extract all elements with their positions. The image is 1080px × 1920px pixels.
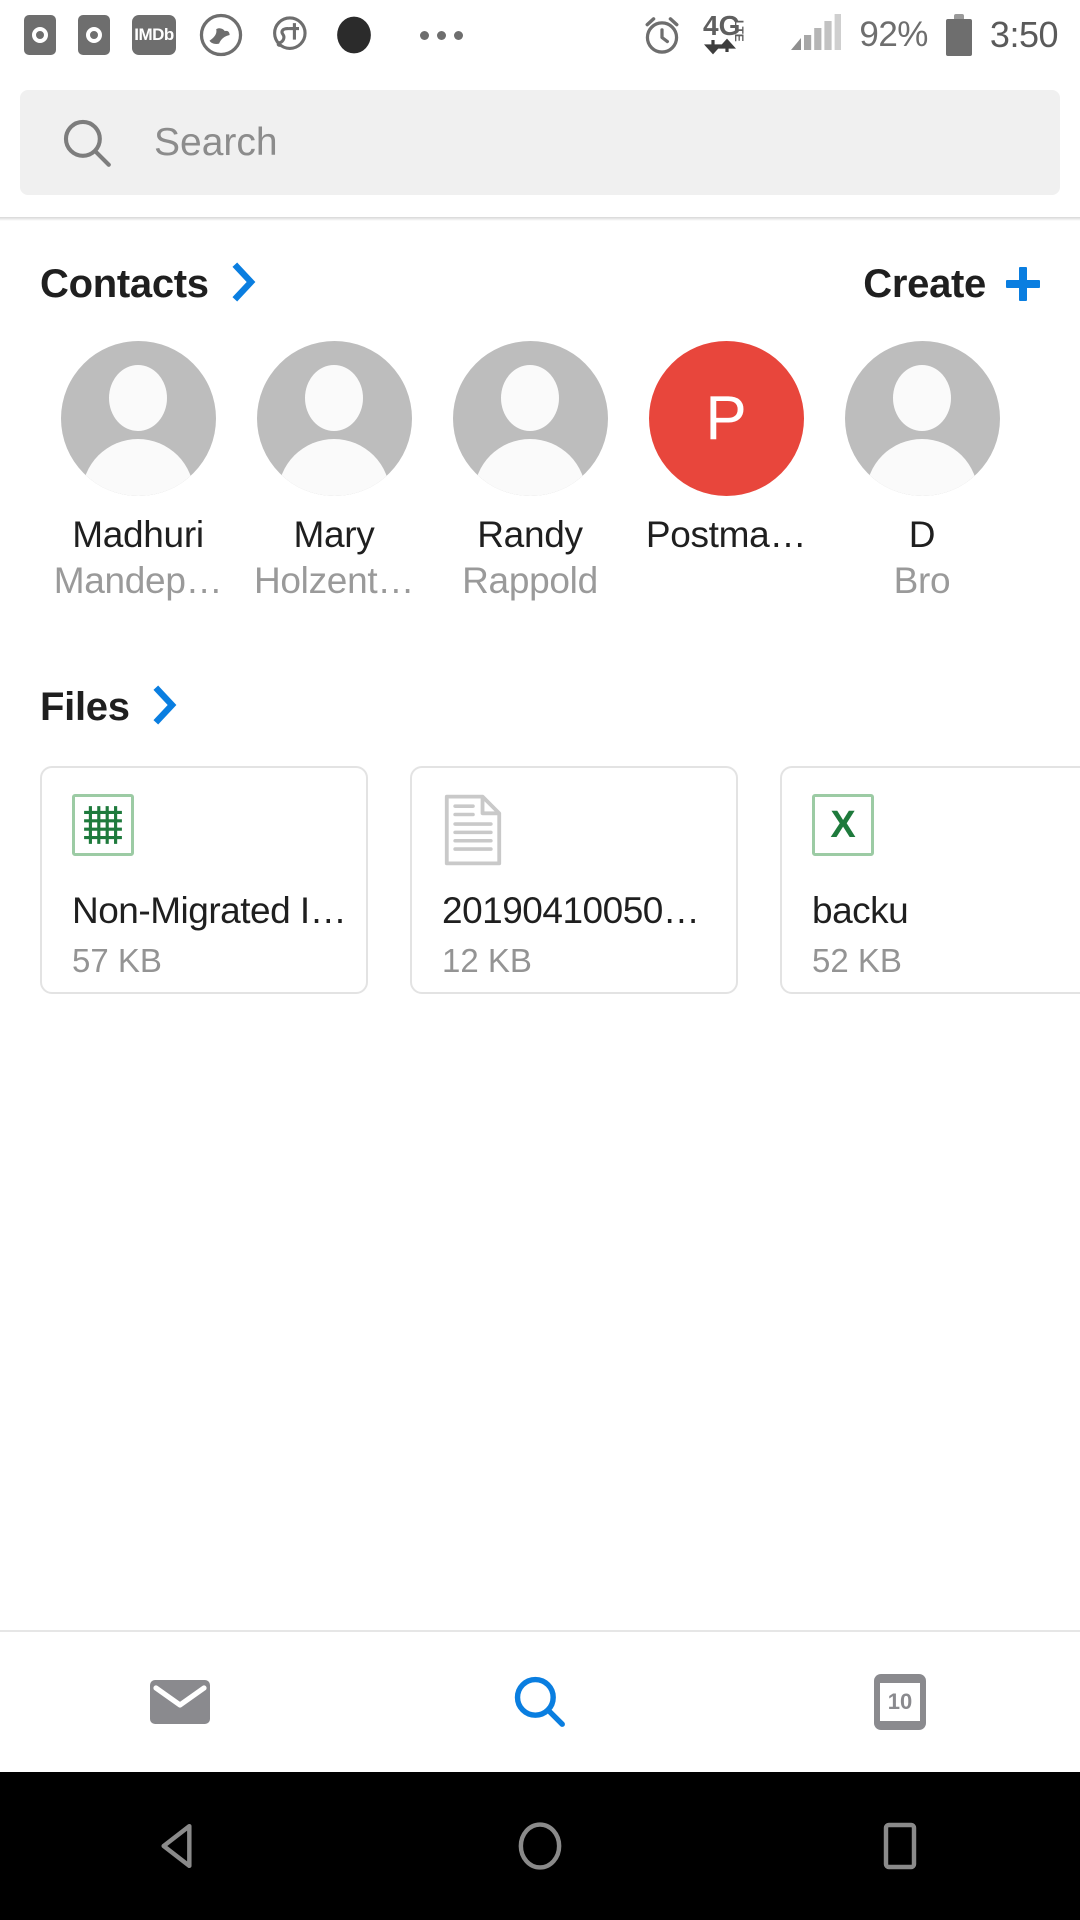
app-globe-icon <box>199 13 243 57</box>
status-bar-clock: 3:50 <box>989 14 1059 55</box>
spreadsheet-grid-icon <box>72 794 336 866</box>
create-contact-button[interactable]: Create <box>863 262 1040 307</box>
contacts-list[interactable]: Madhuri Mandep… Mary Holzent… Randy Rapp… <box>0 341 1080 602</box>
contact-item[interactable]: P Postma… <box>628 341 824 560</box>
nav-tab-calendar[interactable]: 10 <box>720 1632 1080 1772</box>
android-back-button[interactable] <box>0 1818 360 1874</box>
search-bar-container: Search <box>0 70 1080 217</box>
file-card[interactable]: X backu 52 KB <box>780 766 1080 994</box>
avatar <box>844 341 1000 496</box>
phone-screen: IMDb 4G LTE 92% 3:50 Search Contacts Cre… <box>0 0 1080 1920</box>
more-dots-icon <box>420 30 463 40</box>
status-bar: IMDb 4G LTE 92% 3:50 <box>0 0 1080 70</box>
battery-percent-label: 92% <box>859 15 928 54</box>
nav-tab-mail[interactable] <box>0 1632 360 1772</box>
calendar-icon: 10 <box>874 1674 926 1730</box>
status-bar-notification-icons: IMDb <box>24 12 463 58</box>
avatar <box>452 341 608 496</box>
android-home-button[interactable] <box>360 1818 720 1874</box>
contact-item[interactable]: Madhuri Mandep… <box>40 341 236 602</box>
search-input[interactable]: Search <box>20 90 1060 195</box>
avatar: P <box>648 341 804 496</box>
create-label: Create <box>863 261 986 306</box>
avatar <box>60 341 216 496</box>
excel-icon: X <box>812 794 1076 866</box>
avatar <box>256 341 412 496</box>
file-card[interactable]: Non-Migrated I… 57 KB <box>40 766 368 994</box>
file-name: backu <box>812 890 909 931</box>
document-icon <box>442 794 706 866</box>
signal-bars-icon <box>791 14 842 50</box>
chevron-right-icon[interactable] <box>227 261 261 307</box>
files-title[interactable]: Files <box>40 685 130 730</box>
file-name: 20190410050… <box>442 890 700 931</box>
app-badge-circle-icon <box>24 15 56 55</box>
contact-last-name: Mandep… <box>53 560 223 601</box>
contact-first-name: Madhuri <box>72 514 204 555</box>
contact-item[interactable]: Mary Holzent… <box>236 341 432 602</box>
contact-last-name: Holzent… <box>253 560 415 601</box>
file-size: 12 KB <box>442 942 532 979</box>
calendar-day-number: 10 <box>880 1683 920 1721</box>
search-icon <box>63 119 111 167</box>
network-4g-lte-icon: 4G LTE <box>703 10 746 55</box>
app-badge-circle-icon-2 <box>78 15 110 55</box>
battery-full-icon <box>945 14 972 56</box>
nav-tab-search[interactable] <box>360 1632 720 1772</box>
contact-first-name: Randy <box>477 514 583 555</box>
excel-x-glyph: X <box>812 794 874 856</box>
mail-icon <box>150 1680 210 1724</box>
search-placeholder: Search <box>154 120 278 164</box>
contact-item[interactable]: Randy Rappold <box>432 341 628 602</box>
alarm-clock-icon <box>645 17 679 54</box>
contact-item[interactable]: D Bro <box>824 341 1020 602</box>
contacts-title[interactable]: Contacts <box>40 262 209 307</box>
contact-last-name: Rappold <box>462 560 598 601</box>
plus-icon[interactable] <box>1006 267 1040 301</box>
contact-first-name: Postma… <box>645 514 807 555</box>
home-circle-icon <box>518 1822 562 1870</box>
avatar-initial: P <box>705 383 747 453</box>
bottom-navigation-bar: 10 <box>0 1630 1080 1772</box>
file-size: 57 KB <box>72 942 162 979</box>
main-content: Contacts Create Madhuri Mandep… Mary Hol… <box>0 221 1080 1630</box>
file-name: Non-Migrated I… <box>72 890 347 931</box>
chevron-right-icon[interactable] <box>148 684 182 730</box>
files-section-header: Files <box>0 674 1080 740</box>
recents-square-icon <box>883 1822 917 1870</box>
contact-last-name: Bro <box>893 560 951 601</box>
contacts-section-header: Contacts Create <box>0 251 1080 317</box>
status-bar-system-icons: 4G LTE 92% 3:50 <box>639 10 1059 60</box>
app-dot-icon <box>337 16 371 54</box>
search-icon <box>514 1676 565 1727</box>
back-triangle-icon <box>161 1823 192 1869</box>
file-card[interactable]: 20190410050… 12 KB <box>410 766 738 994</box>
files-list[interactable]: Non-Migrated I… 57 KB 20190410050… 12 KB… <box>0 766 1080 994</box>
android-recents-button[interactable] <box>720 1818 1080 1874</box>
app-st-icon <box>273 16 307 50</box>
file-size: 52 KB <box>812 942 902 979</box>
contact-first-name: Mary <box>293 514 375 555</box>
contact-first-name: D <box>908 514 936 555</box>
android-navigation-bar <box>0 1772 1080 1920</box>
svg-text:LTE: LTE <box>732 20 746 42</box>
imdb-icon: IMDb <box>132 15 176 55</box>
